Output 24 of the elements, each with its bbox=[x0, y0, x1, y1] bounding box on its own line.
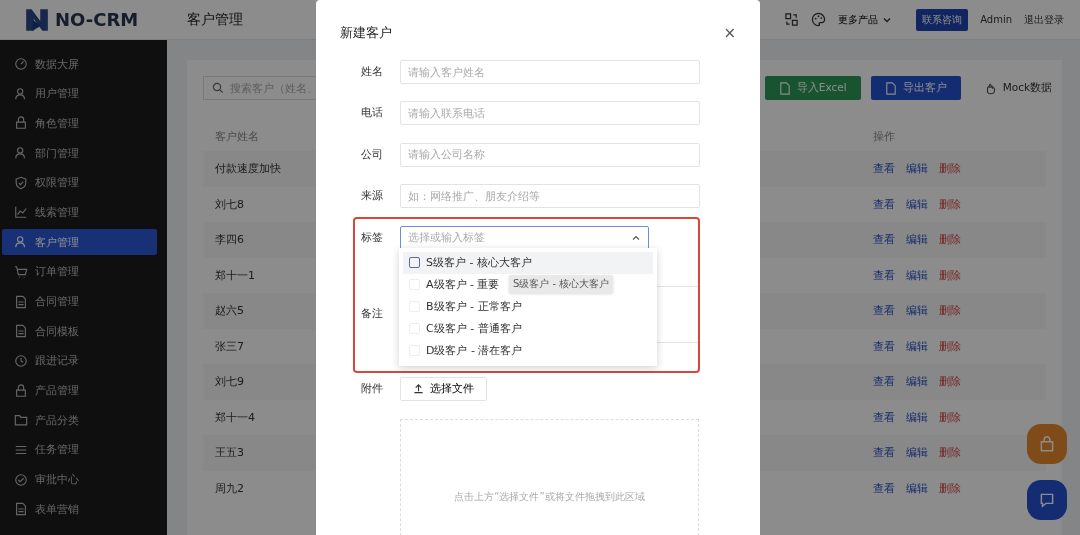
field-label: 附件 bbox=[360, 380, 384, 397]
column-header: 操作 bbox=[873, 129, 895, 143]
field-label: 备注 bbox=[360, 306, 384, 323]
table-cell: 付款速度加快 bbox=[215, 162, 281, 176]
table-cell: 刘七8 bbox=[215, 197, 244, 211]
table-cell: 郑十一4 bbox=[215, 410, 255, 424]
column-header: 客户姓名 bbox=[215, 129, 259, 143]
field-label: 电话 bbox=[360, 105, 384, 122]
table-cell: 李四6 bbox=[215, 233, 244, 247]
table-cell: 郑十一1 bbox=[215, 268, 255, 282]
table-cell: 王五3 bbox=[215, 446, 244, 460]
logo-text: NO-CRM bbox=[55, 9, 139, 30]
tooltip: S级客户 - 核心大客户 bbox=[509, 274, 614, 293]
field-label: 来源 bbox=[360, 188, 384, 205]
table-cell: 张三7 bbox=[215, 339, 244, 353]
field-label: 公司 bbox=[360, 146, 384, 163]
table-cell: 周九2 bbox=[215, 481, 244, 495]
table-cell: 赵六5 bbox=[215, 304, 244, 318]
field-label: 姓名 bbox=[360, 64, 384, 80]
field-label: 标签 bbox=[360, 229, 384, 246]
dialog-title: 新建客户 bbox=[340, 24, 392, 42]
page-title: 客户管理 bbox=[187, 10, 243, 29]
drop-hint: 点击上方“选择文件”或将文件拖拽到此区域 bbox=[454, 489, 645, 504]
table-cell: 刘七9 bbox=[215, 375, 244, 389]
